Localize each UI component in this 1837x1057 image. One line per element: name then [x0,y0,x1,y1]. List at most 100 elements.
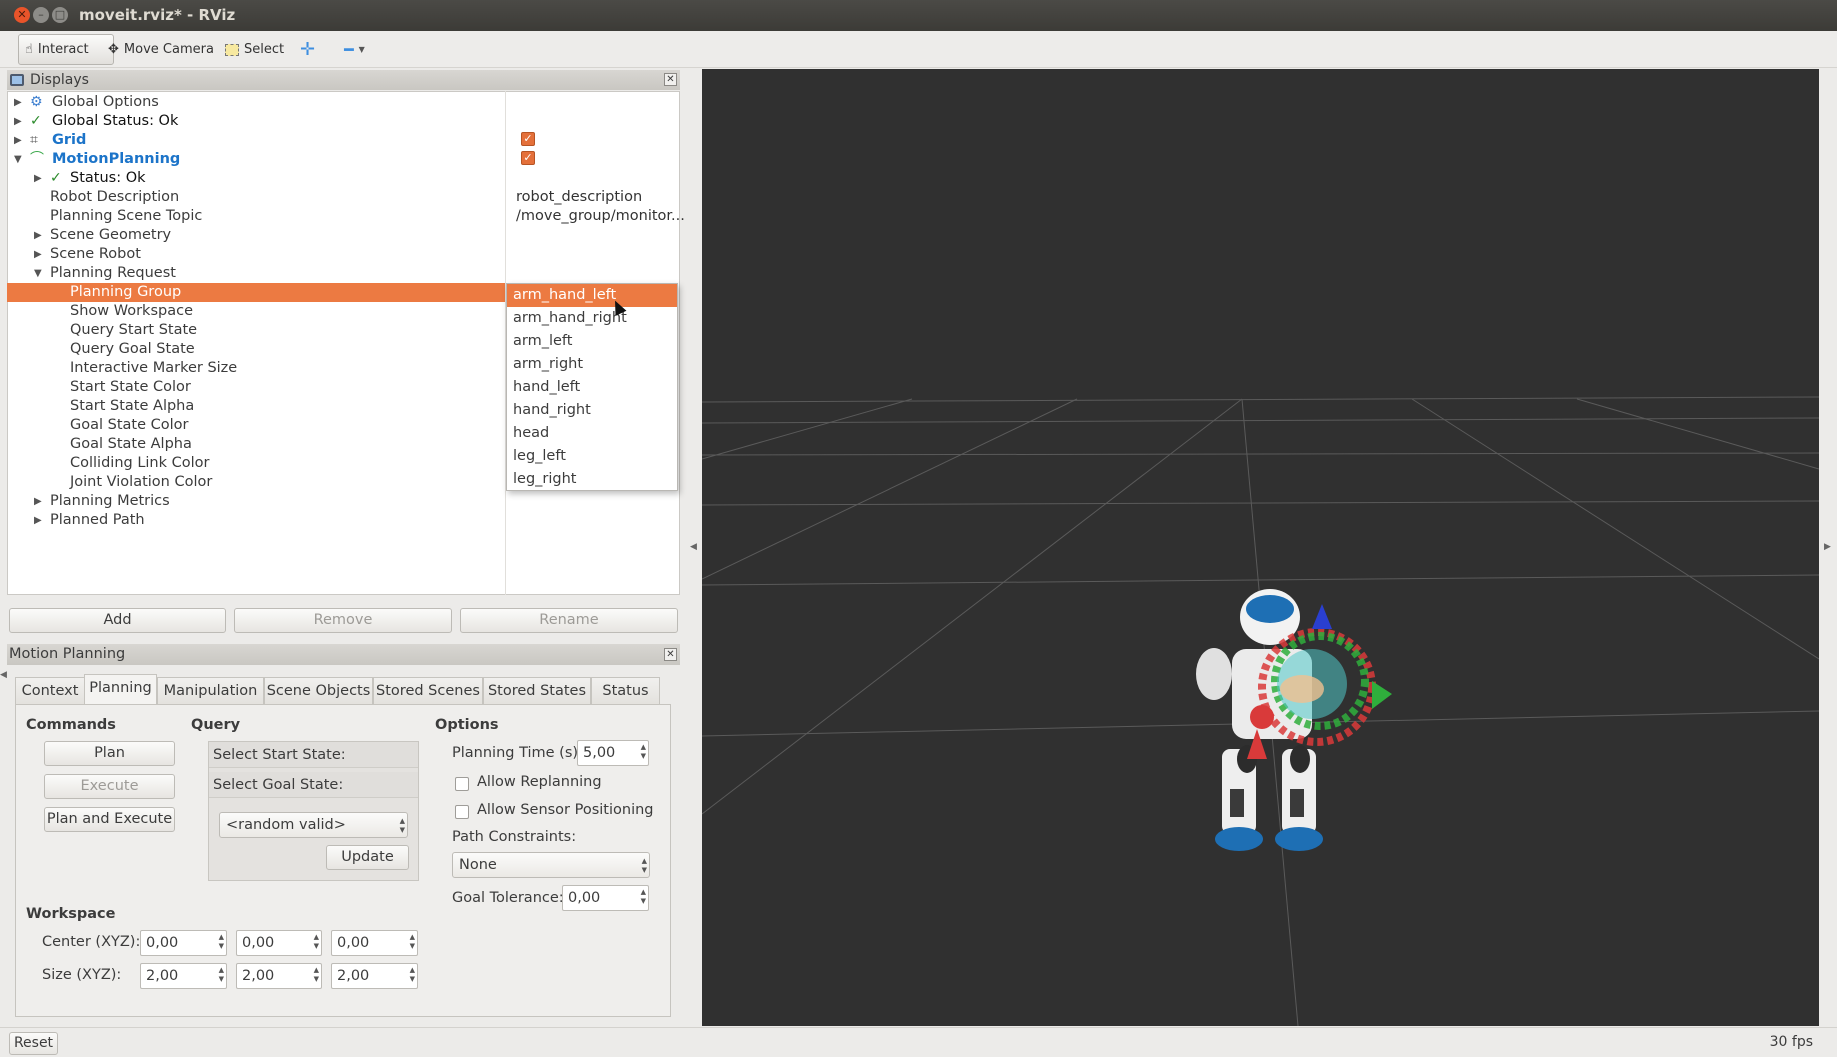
tree-item-query-goal-state[interactable]: Query Goal State [8,340,506,359]
tree-item-planning-request[interactable]: ▼ Planning Request [8,264,506,283]
tree-item-scene-geometry[interactable]: ▶ Scene Geometry [8,226,506,245]
path-constraints-combo[interactable]: None ▲ ▼ [452,852,650,878]
window-close-button[interactable]: ✕ [14,7,30,23]
expand-arrow-icon[interactable]: ▶ [34,226,42,245]
tree-item-start-state-alpha[interactable]: Start State Alpha [8,397,506,416]
tree-item-query-start-state[interactable]: Query Start State [8,321,506,340]
tree-item-planned-path[interactable]: ▶ Planned Path [8,511,506,530]
tab-status[interactable]: Status [591,677,660,705]
robot-model[interactable] [1196,589,1392,851]
move-camera-tool-button[interactable]: ✥ Move Camera [102,34,220,65]
tab-scene-objects[interactable]: Scene Objects [264,677,373,705]
tree-item-global-options[interactable]: ▶ ⚙ Global Options [8,93,506,112]
dropdown-option[interactable]: hand_right [507,399,677,422]
tab-manipulation[interactable]: Manipulation [157,677,264,705]
plan-button[interactable]: Plan [44,741,175,766]
center-z-spinbox[interactable]: 0,00 ▲ ▼ [331,930,418,956]
spin-arrows-icon[interactable]: ▲ ▼ [219,966,224,984]
splitter-collapse-icon[interactable]: ◀ [690,542,697,552]
interact-tool-button[interactable]: ☝ Interact [18,34,114,65]
spin-arrows-icon[interactable]: ▲ ▼ [219,933,224,951]
size-y-spinbox[interactable]: 2,00 ▲ ▼ [236,963,322,989]
tree-item-planning-metrics[interactable]: ▶ Planning Metrics [8,492,506,511]
tree-item-planning-scene-topic[interactable]: Planning Scene Topic [8,207,506,226]
tab-stored-scenes[interactable]: Stored Scenes [373,677,483,705]
execute-button[interactable]: Execute [44,774,175,799]
dropdown-option[interactable]: hand_left [507,376,677,399]
allow-sensor-positioning-checkbox[interactable] [455,805,469,819]
dock-edge-icon[interactable]: ◀ [0,670,7,680]
close-icon[interactable]: ✕ [664,648,677,661]
tree-item-motion-planning[interactable]: ▼ ⌒ MotionPlanning [8,150,506,169]
dropdown-option[interactable]: leg_left [507,445,677,468]
window-minimize-button[interactable]: – [33,7,49,23]
dropdown-option[interactable]: arm_left [507,330,677,353]
size-x-spinbox[interactable]: 2,00 ▲ ▼ [140,963,227,989]
remove-display-button[interactable]: Remove [234,608,452,633]
tree-item-interactive-marker-size[interactable]: Interactive Marker Size [8,359,506,378]
tab-planning[interactable]: Planning [84,674,157,705]
add-display-button[interactable]: Add [9,608,226,633]
select-goal-state-label[interactable]: Select Goal State: [209,772,418,798]
dropdown-option[interactable]: arm_hand_right [507,307,677,330]
splitter-expand-icon[interactable]: ▶ [1824,542,1831,552]
collapse-arrow-icon[interactable]: ▼ [34,264,42,283]
spin-arrows-icon[interactable]: ▲ ▼ [410,966,415,984]
size-z-spinbox[interactable]: 2,00 ▲ ▼ [331,963,418,989]
planning-scene-topic-value[interactable]: /move_group/monitor... [516,207,685,226]
reset-button[interactable]: Reset [9,1032,58,1055]
tree-item-goal-state-alpha[interactable]: Goal State Alpha [8,435,506,454]
goal-state-combo[interactable]: <random valid> ▲ ▼ [219,812,408,838]
tree-item-scene-robot[interactable]: ▶ Scene Robot [8,245,506,264]
tree-item-grid[interactable]: ▶ ⌗ Grid [8,131,506,150]
expand-arrow-icon[interactable]: ▶ [14,93,22,112]
close-icon[interactable]: ✕ [664,73,677,86]
spin-arrows-icon[interactable]: ▲ ▼ [410,933,415,951]
dropdown-option[interactable]: leg_right [507,468,677,491]
tree-item-goal-state-color[interactable]: Goal State Color [8,416,506,435]
expand-arrow-icon[interactable]: ▶ [34,169,42,188]
tab-stored-states[interactable]: Stored States [483,677,591,705]
tree-item-joint-violation-color[interactable]: Joint Violation Color [8,473,506,492]
expand-arrow-icon[interactable]: ▶ [14,112,22,131]
tab-context[interactable]: Context [15,677,85,705]
expand-arrow-icon[interactable]: ▶ [34,492,42,511]
grid-enabled-checkbox[interactable]: ✓ [521,132,535,146]
select-start-state-label[interactable]: Select Start State: [209,742,418,768]
planning-group-dropdown[interactable]: arm_hand_left arm_hand_right arm_left ar… [506,283,678,491]
allow-replanning-checkbox[interactable] [455,777,469,791]
spin-arrows-icon[interactable]: ▲ ▼ [314,966,319,984]
collapse-arrow-icon[interactable]: ▼ [14,150,22,169]
spin-arrows-icon[interactable]: ▲ ▼ [314,933,319,951]
tree-item-global-status[interactable]: ▶ ✓ Global Status: Ok [8,112,506,131]
select-tool-button[interactable]: Select [219,34,290,65]
goal-tolerance-spinbox[interactable]: 0,00 ▲ ▼ [562,885,649,911]
remove-tool-button[interactable]: ━ ▼ [338,34,371,65]
rename-display-button[interactable]: Rename [460,608,678,633]
plan-and-execute-button[interactable]: Plan and Execute [44,807,175,832]
center-y-spinbox[interactable]: 0,00 ▲ ▼ [236,930,322,956]
tree-item-status[interactable]: ▶ ✓ Status: Ok [8,169,506,188]
tree-label: Start State Color [70,379,191,395]
tree-item-start-state-color[interactable]: Start State Color [8,378,506,397]
window-maximize-button[interactable]: □ [52,7,68,23]
tree-item-show-workspace[interactable]: Show Workspace [8,302,506,321]
tree-item-robot-description[interactable]: Robot Description [8,188,506,207]
tree-item-colliding-link-color[interactable]: Colliding Link Color [8,454,506,473]
expand-arrow-icon[interactable]: ▶ [14,131,22,150]
tree-item-planning-group[interactable]: Planning Group [7,283,505,302]
3d-viewport[interactable] [702,69,1819,1026]
planning-time-spinbox[interactable]: 5,00 ▲ ▼ [577,740,649,766]
add-tool-button[interactable]: ✛ [294,34,321,65]
dropdown-option[interactable]: arm_hand_left [507,284,677,307]
spin-arrows-icon[interactable]: ▲ ▼ [641,888,646,906]
expand-arrow-icon[interactable]: ▶ [34,511,42,530]
spin-arrows-icon[interactable]: ▲ ▼ [641,743,646,761]
update-button[interactable]: Update [326,845,409,870]
dropdown-option[interactable]: head [507,422,677,445]
motion-planning-enabled-checkbox[interactable]: ✓ [521,151,535,165]
robot-description-value[interactable]: robot_description [516,188,642,207]
center-x-spinbox[interactable]: 0,00 ▲ ▼ [140,930,227,956]
expand-arrow-icon[interactable]: ▶ [34,245,42,264]
dropdown-option[interactable]: arm_right [507,353,677,376]
